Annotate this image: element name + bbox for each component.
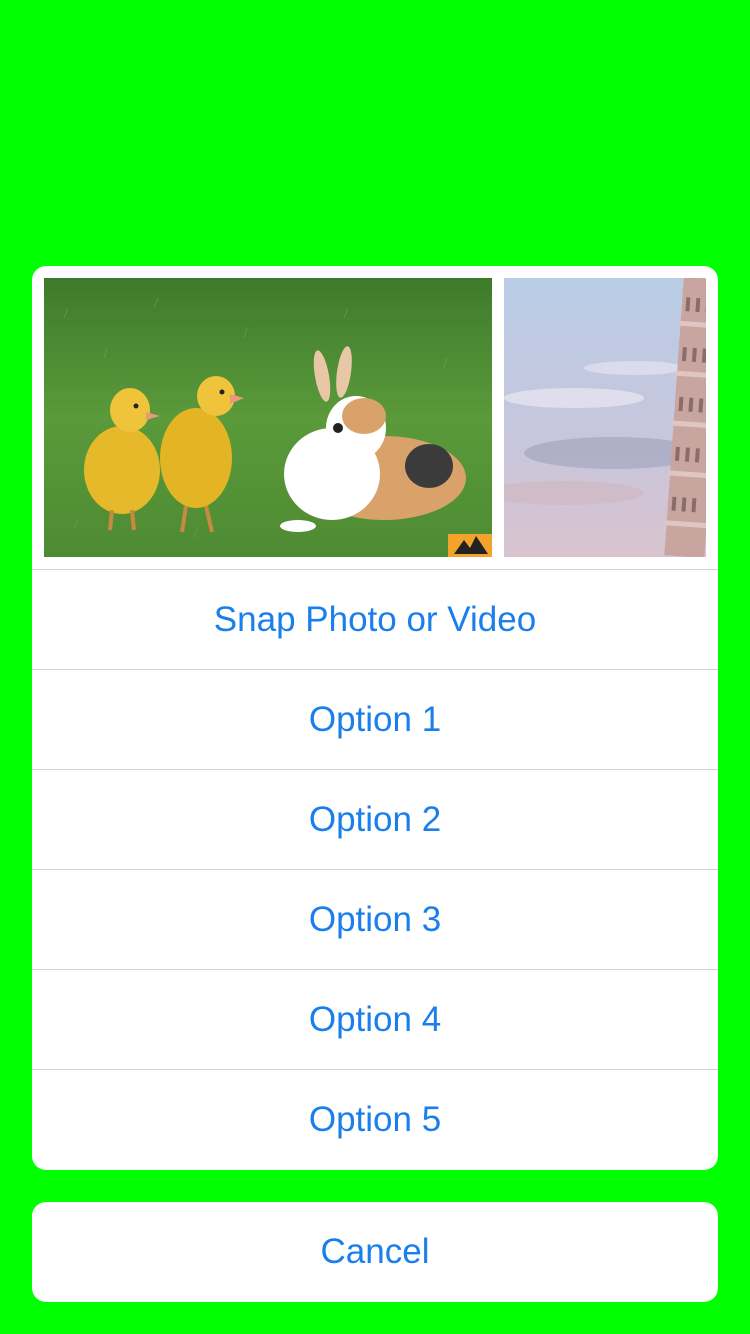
recent-photos-strip[interactable] <box>32 266 718 570</box>
option-1-button[interactable]: Option 1 <box>32 670 718 770</box>
photo-thumbnail-ducklings-rabbit[interactable] <box>44 278 492 557</box>
option-3-button[interactable]: Option 3 <box>32 870 718 970</box>
action-sheet: Snap Photo or Video Option 1 Option 2 Op… <box>32 266 718 1170</box>
snap-photo-or-video-button[interactable]: Snap Photo or Video <box>32 570 718 670</box>
option-2-button[interactable]: Option 2 <box>32 770 718 870</box>
option-5-button[interactable]: Option 5 <box>32 1070 718 1170</box>
option-4-button[interactable]: Option 4 <box>32 970 718 1070</box>
photo-thumbnail-leaning-tower[interactable] <box>504 278 706 557</box>
cancel-button[interactable]: Cancel <box>32 1202 718 1302</box>
